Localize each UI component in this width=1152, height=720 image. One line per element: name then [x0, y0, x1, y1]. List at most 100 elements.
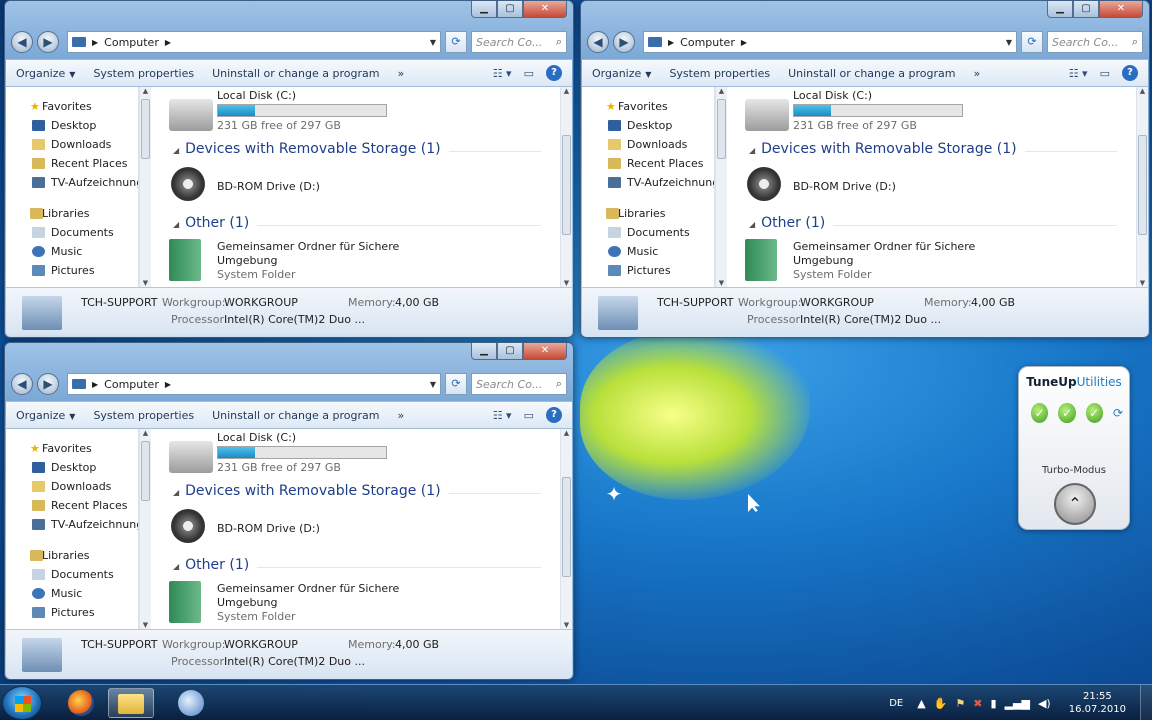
sidebar-item-tv[interactable]: TV-Aufzeichnungen [582, 173, 714, 192]
breadcrumb[interactable]: Computer [104, 378, 159, 391]
back-button[interactable]: ◀ [11, 31, 33, 53]
sidebar-item-tv[interactable]: TV-Aufzeichnungen [6, 515, 138, 534]
maximize-button[interactable]: ▢ [1073, 1, 1099, 18]
view-options-icon[interactable]: ☷ ▾ [493, 67, 512, 80]
back-button[interactable]: ◀ [587, 31, 609, 53]
more-commands-button[interactable]: » [973, 67, 980, 80]
refresh-button[interactable]: ⟳ [445, 31, 467, 53]
volume-icon[interactable]: ◀) [1038, 697, 1051, 710]
content-scrollbar[interactable]: ▲ ▼ [1136, 87, 1148, 287]
nav-scrollbar[interactable]: ▲ ▼ [715, 87, 727, 287]
organize-button[interactable]: Organize ▼ [592, 67, 651, 80]
address-bar[interactable]: ▶ Computer ▶ ▼ [67, 373, 441, 395]
power-icon[interactable]: ▮ [991, 697, 997, 710]
minimize-button[interactable]: ▁ [1047, 1, 1073, 18]
address-bar[interactable]: ▶ Computer ▶ ▼ [67, 31, 441, 53]
more-commands-button[interactable]: » [397, 409, 404, 422]
system-properties-button[interactable]: System properties [669, 67, 770, 80]
sidebar-item-downloads[interactable]: Downloads [582, 135, 714, 154]
explorer-window[interactable]: ▁ ▢ ✕ ◀ ▶ ▶ Computer ▶ ▼ ⟳ Search Co... … [580, 0, 1150, 338]
collapse-icon[interactable]: ◢ [173, 488, 179, 497]
help-icon[interactable]: ? [546, 65, 562, 81]
sidebar-item-desktop[interactable]: Desktop [6, 458, 138, 477]
removable-storage-group[interactable]: ◢ Devices with Removable Storage (1) [173, 141, 541, 157]
sidebar-item-recent-places[interactable]: Recent Places [582, 154, 714, 173]
window-titlebar[interactable]: ▁ ▢ ✕ [581, 1, 1149, 25]
close-button[interactable]: ✕ [1099, 1, 1143, 18]
chevron-down-icon[interactable]: ▼ [430, 38, 436, 47]
refresh-button[interactable]: ⟳ [445, 373, 467, 395]
scroll-up-icon[interactable]: ▲ [140, 429, 151, 437]
collapse-icon[interactable]: ◢ [749, 146, 755, 155]
close-button[interactable]: ✕ [523, 1, 567, 18]
clock[interactable]: 21:55 16.07.2010 [1069, 690, 1126, 716]
language-indicator[interactable]: DE [889, 698, 903, 709]
network-warning-icon[interactable]: ✖ [973, 697, 982, 710]
uninstall-program-button[interactable]: Uninstall or change a program [212, 67, 379, 80]
content-scrollbar[interactable]: ▲ ▼ [560, 429, 572, 629]
sidebar-item-downloads[interactable]: Downloads [6, 477, 138, 496]
removable-storage-group[interactable]: ◢ Devices with Removable Storage (1) [749, 141, 1117, 157]
taskbar-app[interactable] [168, 688, 214, 718]
forward-button[interactable]: ▶ [37, 31, 59, 53]
sidebar-item-music[interactable]: Music [6, 584, 138, 603]
uninstall-program-button[interactable]: Uninstall or change a program [212, 409, 379, 422]
sidebar-item-favorites[interactable]: ★ Favorites [6, 97, 138, 116]
scroll-up-icon[interactable]: ▲ [561, 87, 572, 95]
organize-button[interactable]: Organize ▼ [16, 409, 75, 422]
scroll-down-icon[interactable]: ▼ [1137, 279, 1148, 287]
check-icon[interactable]: ✓ [1085, 403, 1103, 423]
chevron-down-icon[interactable]: ▼ [430, 380, 436, 389]
sidebar-item-desktop[interactable]: Desktop [6, 116, 138, 135]
help-icon[interactable]: ? [546, 407, 562, 423]
sidebar-item-desktop[interactable]: Desktop [582, 116, 714, 135]
scroll-down-icon[interactable]: ▼ [561, 279, 572, 287]
action-center-icon[interactable]: ⚑ [955, 697, 965, 710]
collapse-icon[interactable]: ◢ [749, 220, 755, 229]
sidebar-item-recent-places[interactable]: Recent Places [6, 154, 138, 173]
sidebar-item-libraries[interactable]: Libraries [6, 546, 138, 565]
forward-button[interactable]: ▶ [613, 31, 635, 53]
turbo-mode-button[interactable]: ⌃ [1054, 483, 1096, 525]
maximize-button[interactable]: ▢ [497, 343, 523, 360]
forward-button[interactable]: ▶ [37, 373, 59, 395]
organize-button[interactable]: Organize ▼ [16, 67, 75, 80]
check-icon[interactable]: ✓ [1031, 403, 1049, 423]
system-properties-button[interactable]: System properties [93, 67, 194, 80]
tuneup-gadget[interactable]: TuneUpUtilities ✓ ✓ ✓ ⟳ Turbo-Modus ⌃ [1018, 366, 1130, 530]
scroll-down-icon[interactable]: ▼ [140, 279, 151, 287]
sidebar-item-pictures[interactable]: Pictures [6, 261, 138, 280]
window-titlebar[interactable]: ▁ ▢ ✕ [5, 343, 573, 367]
collapse-icon[interactable]: ◢ [173, 146, 179, 155]
nav-scrollbar[interactable]: ▲ ▼ [139, 429, 151, 629]
scroll-down-icon[interactable]: ▼ [140, 621, 151, 629]
scroll-down-icon[interactable]: ▼ [716, 279, 727, 287]
sidebar-item-documents[interactable]: Documents [6, 223, 138, 242]
more-commands-button[interactable]: » [397, 67, 404, 80]
check-icon[interactable]: ✓ [1058, 403, 1076, 423]
sidebar-item-libraries[interactable]: Libraries [582, 204, 714, 223]
uninstall-program-button[interactable]: Uninstall or change a program [788, 67, 955, 80]
refresh-icon[interactable]: ⟳ [1113, 406, 1123, 420]
window-titlebar[interactable]: ▁ ▢ ✕ [5, 1, 573, 25]
show-hidden-icons-icon[interactable]: ▲ [917, 697, 925, 710]
content-scrollbar[interactable]: ▲ ▼ [560, 87, 572, 287]
preview-pane-icon[interactable]: ▭ [524, 67, 534, 80]
scroll-thumb[interactable] [141, 99, 150, 159]
other-group[interactable]: ◢ Other (1) [749, 215, 1117, 231]
close-button[interactable]: ✕ [523, 343, 567, 360]
scroll-up-icon[interactable]: ▲ [140, 87, 151, 95]
scroll-up-icon[interactable]: ▲ [1137, 87, 1148, 95]
view-options-icon[interactable]: ☷ ▾ [493, 409, 512, 422]
minimize-button[interactable]: ▁ [471, 1, 497, 18]
back-button[interactable]: ◀ [11, 373, 33, 395]
maximize-button[interactable]: ▢ [497, 1, 523, 18]
preview-pane-icon[interactable]: ▭ [524, 409, 534, 422]
other-group[interactable]: ◢ Other (1) [173, 557, 541, 573]
system-properties-button[interactable]: System properties [93, 409, 194, 422]
signal-icon[interactable]: ▂▄▆ [1005, 697, 1030, 710]
scroll-thumb[interactable] [141, 441, 150, 501]
explorer-window[interactable]: ▁ ▢ ✕ ◀ ▶ ▶ Computer ▶ ▼ ⟳ Search Co... … [4, 0, 574, 338]
other-group[interactable]: ◢ Other (1) [173, 215, 541, 231]
address-bar[interactable]: ▶ Computer ▶ ▼ [643, 31, 1017, 53]
